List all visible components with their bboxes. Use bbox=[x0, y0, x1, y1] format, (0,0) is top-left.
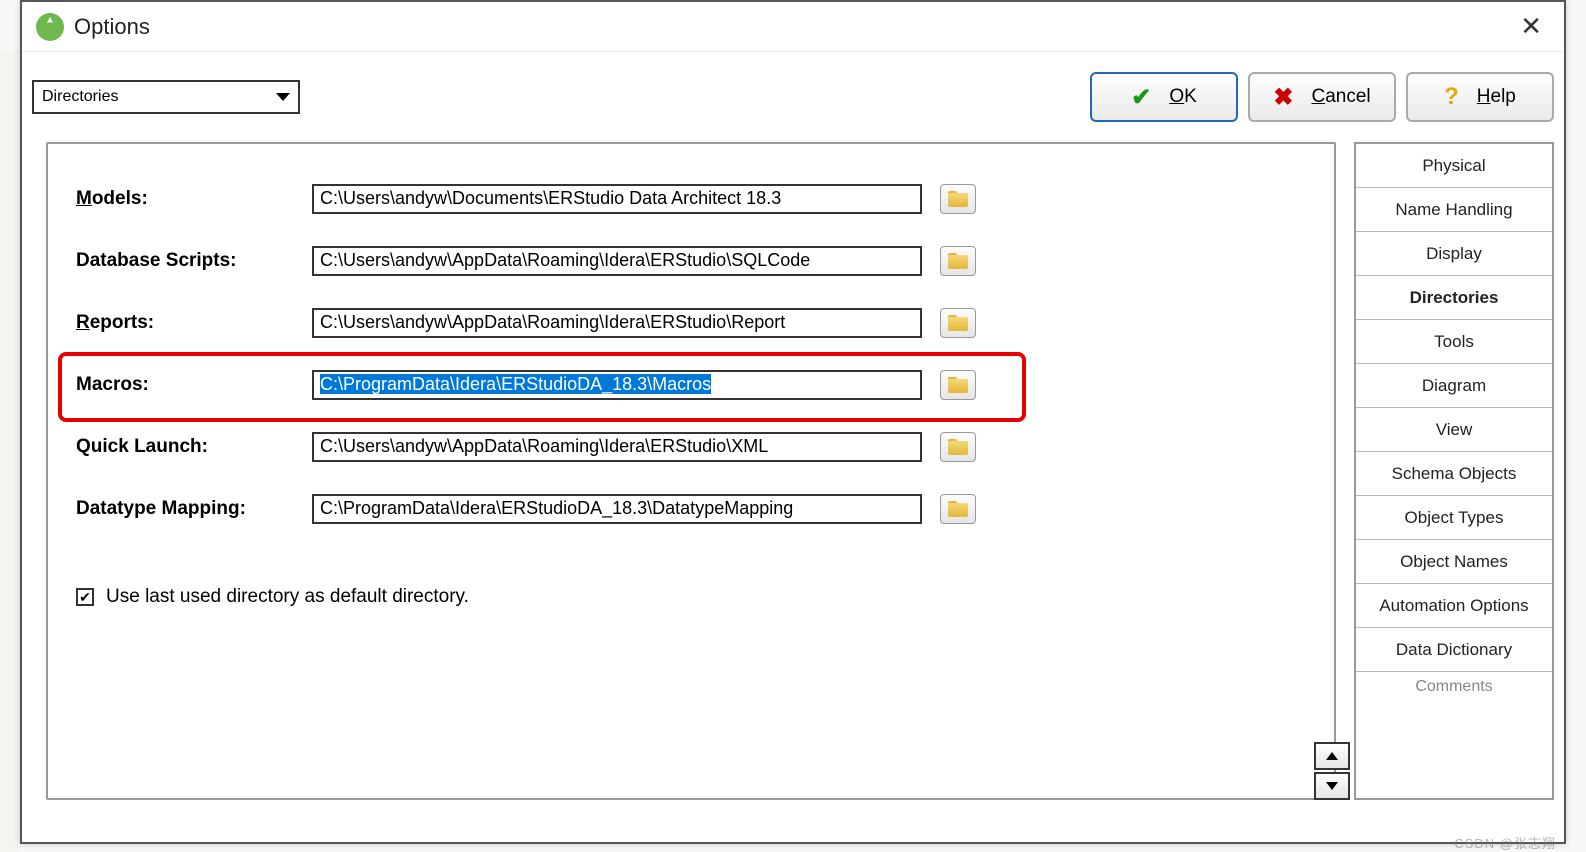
category-selected-value: Directories bbox=[42, 88, 118, 106]
dir-row-dbscripts: Database Scripts:C:\Users\andyw\AppData\… bbox=[76, 244, 1306, 278]
toolbar: Directories ✔ OK ✖ Cancel ? Help bbox=[22, 52, 1564, 124]
dir-row-datatype: Datatype Mapping:C:\ProgramData\Idera\ER… bbox=[76, 492, 1306, 526]
browse-button-quicklaunch[interactable] bbox=[940, 432, 976, 462]
tab-object-names[interactable]: Object Names bbox=[1356, 540, 1552, 584]
default-dir-checkbox-row: ✔ Use last used directory as default dir… bbox=[48, 586, 1334, 608]
tab-scroll-spinner bbox=[1314, 740, 1354, 800]
watermark: CSDN @张志翔 bbox=[1454, 833, 1556, 852]
dir-label-quicklaunch: Quick Launch: bbox=[76, 436, 312, 458]
dir-input-macros[interactable]: C:\ProgramData\Idera\ERStudioDA_18.3\Mac… bbox=[312, 370, 922, 400]
tab-tools[interactable]: Tools bbox=[1356, 320, 1552, 364]
cancel-label: Cancel bbox=[1311, 86, 1370, 108]
ok-button[interactable]: ✔ OK bbox=[1090, 72, 1238, 122]
dir-label-reports: Reports: bbox=[76, 312, 312, 334]
folder-icon bbox=[948, 439, 968, 455]
tab-comments[interactable]: Comments bbox=[1356, 672, 1552, 696]
app-icon bbox=[36, 13, 64, 41]
browse-button-reports[interactable] bbox=[940, 308, 976, 338]
dir-row-reports: Reports:C:\Users\andyw\AppData\Roaming\I… bbox=[76, 306, 1306, 340]
window-title: Options bbox=[74, 14, 1512, 40]
default-dir-checkbox[interactable]: ✔ bbox=[76, 588, 94, 606]
browse-button-dbscripts[interactable] bbox=[940, 246, 976, 276]
folder-icon bbox=[948, 377, 968, 393]
dir-label-models: Models: bbox=[76, 188, 312, 210]
help-button[interactable]: ? Help bbox=[1406, 72, 1554, 122]
dropdown-arrow-icon bbox=[276, 93, 290, 101]
folder-icon bbox=[948, 253, 968, 269]
dir-input-models[interactable]: C:\Users\andyw\Documents\ERStudio Data A… bbox=[312, 184, 922, 214]
dir-row-quicklaunch: Quick Launch:C:\Users\andyw\AppData\Roam… bbox=[76, 430, 1306, 464]
tab-directories[interactable]: Directories bbox=[1356, 276, 1552, 320]
spinner-up-button[interactable] bbox=[1314, 742, 1350, 770]
browse-button-datatype[interactable] bbox=[940, 494, 976, 524]
folder-icon bbox=[948, 315, 968, 331]
dir-row-models: Models:C:\Users\andyw\Documents\ERStudio… bbox=[76, 182, 1306, 216]
cancel-button[interactable]: ✖ Cancel bbox=[1248, 72, 1396, 122]
tab-data-dictionary[interactable]: Data Dictionary bbox=[1356, 628, 1552, 672]
help-label: Help bbox=[1477, 86, 1516, 108]
help-icon: ? bbox=[1444, 83, 1459, 111]
tab-physical[interactable]: Physical bbox=[1356, 144, 1552, 188]
tab-display[interactable]: Display bbox=[1356, 232, 1552, 276]
tab-view[interactable]: View bbox=[1356, 408, 1552, 452]
dir-label-macros: Macros: bbox=[76, 374, 312, 396]
content-area: Models:C:\Users\andyw\Documents\ERStudio… bbox=[32, 128, 1554, 830]
background-left-margin bbox=[0, 50, 20, 852]
form-rows: Models:C:\Users\andyw\Documents\ERStudio… bbox=[48, 144, 1334, 574]
title-bar: Options ✕ bbox=[22, 2, 1564, 52]
browse-button-models[interactable] bbox=[940, 184, 976, 214]
close-button[interactable]: ✕ bbox=[1512, 11, 1550, 42]
tab-schema-objects[interactable]: Schema Objects bbox=[1356, 452, 1552, 496]
dir-label-datatype: Datatype Mapping: bbox=[76, 498, 312, 520]
folder-icon bbox=[948, 191, 968, 207]
cancel-icon: ✖ bbox=[1273, 83, 1293, 112]
dir-row-macros: Macros:C:\ProgramData\Idera\ERStudioDA_1… bbox=[76, 368, 1306, 402]
category-tabs: PhysicalName HandlingDisplayDirectoriesT… bbox=[1354, 142, 1554, 800]
ok-label: OK bbox=[1169, 86, 1196, 108]
spinner-down-button[interactable] bbox=[1314, 772, 1350, 800]
browse-button-macros[interactable] bbox=[940, 370, 976, 400]
default-dir-label: Use last used directory as default direc… bbox=[106, 586, 469, 608]
tab-name-handling[interactable]: Name Handling bbox=[1356, 188, 1552, 232]
tab-diagram[interactable]: Diagram bbox=[1356, 364, 1552, 408]
folder-icon bbox=[948, 501, 968, 517]
dir-input-reports[interactable]: C:\Users\andyw\AppData\Roaming\Idera\ERS… bbox=[312, 308, 922, 338]
dir-input-quicklaunch[interactable]: C:\Users\andyw\AppData\Roaming\Idera\ERS… bbox=[312, 432, 922, 462]
checkmark-icon: ✔ bbox=[79, 590, 91, 604]
category-dropdown[interactable]: Directories bbox=[32, 80, 300, 114]
options-dialog: Options ✕ Directories ✔ OK ✖ Cancel ? He… bbox=[20, 0, 1566, 844]
dir-input-datatype[interactable]: C:\ProgramData\Idera\ERStudioDA_18.3\Dat… bbox=[312, 494, 922, 524]
checkmark-icon: ✔ bbox=[1131, 83, 1151, 112]
arrow-up-icon bbox=[1326, 752, 1338, 760]
arrow-down-icon bbox=[1326, 782, 1338, 790]
dir-input-dbscripts[interactable]: C:\Users\andyw\AppData\Roaming\Idera\ERS… bbox=[312, 246, 922, 276]
tab-object-types[interactable]: Object Types bbox=[1356, 496, 1552, 540]
directories-group: Models:C:\Users\andyw\Documents\ERStudio… bbox=[46, 142, 1336, 800]
tab-automation-options[interactable]: Automation Options bbox=[1356, 584, 1552, 628]
dir-label-dbscripts: Database Scripts: bbox=[76, 250, 312, 272]
